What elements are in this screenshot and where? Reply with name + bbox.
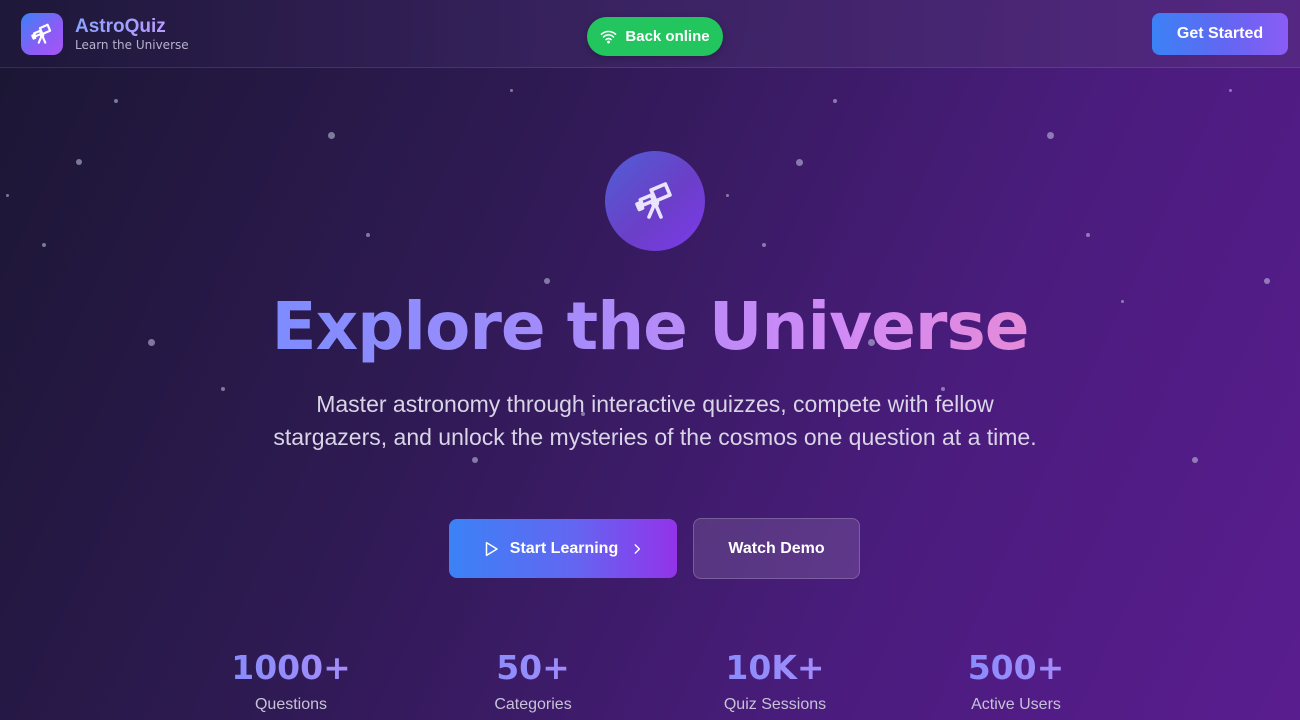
stat-label: Quiz Sessions [723, 696, 827, 713]
stat-quiz-sessions: 10K+ Quiz Sessions [675, 646, 875, 714]
stat-categories: 50+ Categories [433, 646, 633, 714]
stat-value: 10K+ [675, 646, 875, 690]
chevron-right-icon [634, 543, 641, 554]
stat-value: 500+ [916, 646, 1116, 690]
stat-value: 50+ [433, 646, 633, 690]
stat-label: Categories [494, 696, 572, 713]
telescope-icon [605, 151, 705, 251]
top-navbar: AstroQuiz Learn the Universe Back online… [0, 0, 1300, 68]
connection-status-badge: Back online [587, 17, 723, 56]
wifi-icon [601, 30, 617, 44]
stat-active-users: 500+ Active Users [916, 646, 1116, 714]
stats-row: 1000+ Questions 50+ Categories 10K+ Quiz… [0, 646, 1300, 720]
connection-status-label: Back online [625, 28, 710, 45]
play-icon [485, 541, 498, 556]
start-learning-label: Start Learning [509, 539, 619, 557]
brand-tagline: Learn the Universe [75, 38, 189, 52]
hero-title-text: Explore the Universe [271, 288, 1029, 365]
hero-title: Explore the Universe [0, 284, 1300, 370]
hero-subtitle: Master astronomy through interactive qui… [273, 391, 1037, 450]
stat-questions: 1000+ Questions [191, 646, 391, 714]
brand[interactable]: AstroQuiz Learn the Universe [21, 13, 189, 55]
stat-value: 1000+ [191, 646, 391, 690]
get-started-button[interactable]: Get Started [1152, 13, 1288, 55]
stat-label: Active Users [971, 696, 1061, 713]
telescope-icon [21, 13, 63, 55]
start-learning-button[interactable]: Start Learning [449, 519, 677, 578]
stat-label: Questions [254, 696, 328, 713]
watch-demo-button[interactable]: Watch Demo [693, 518, 860, 579]
brand-name: AstroQuiz [75, 16, 189, 38]
